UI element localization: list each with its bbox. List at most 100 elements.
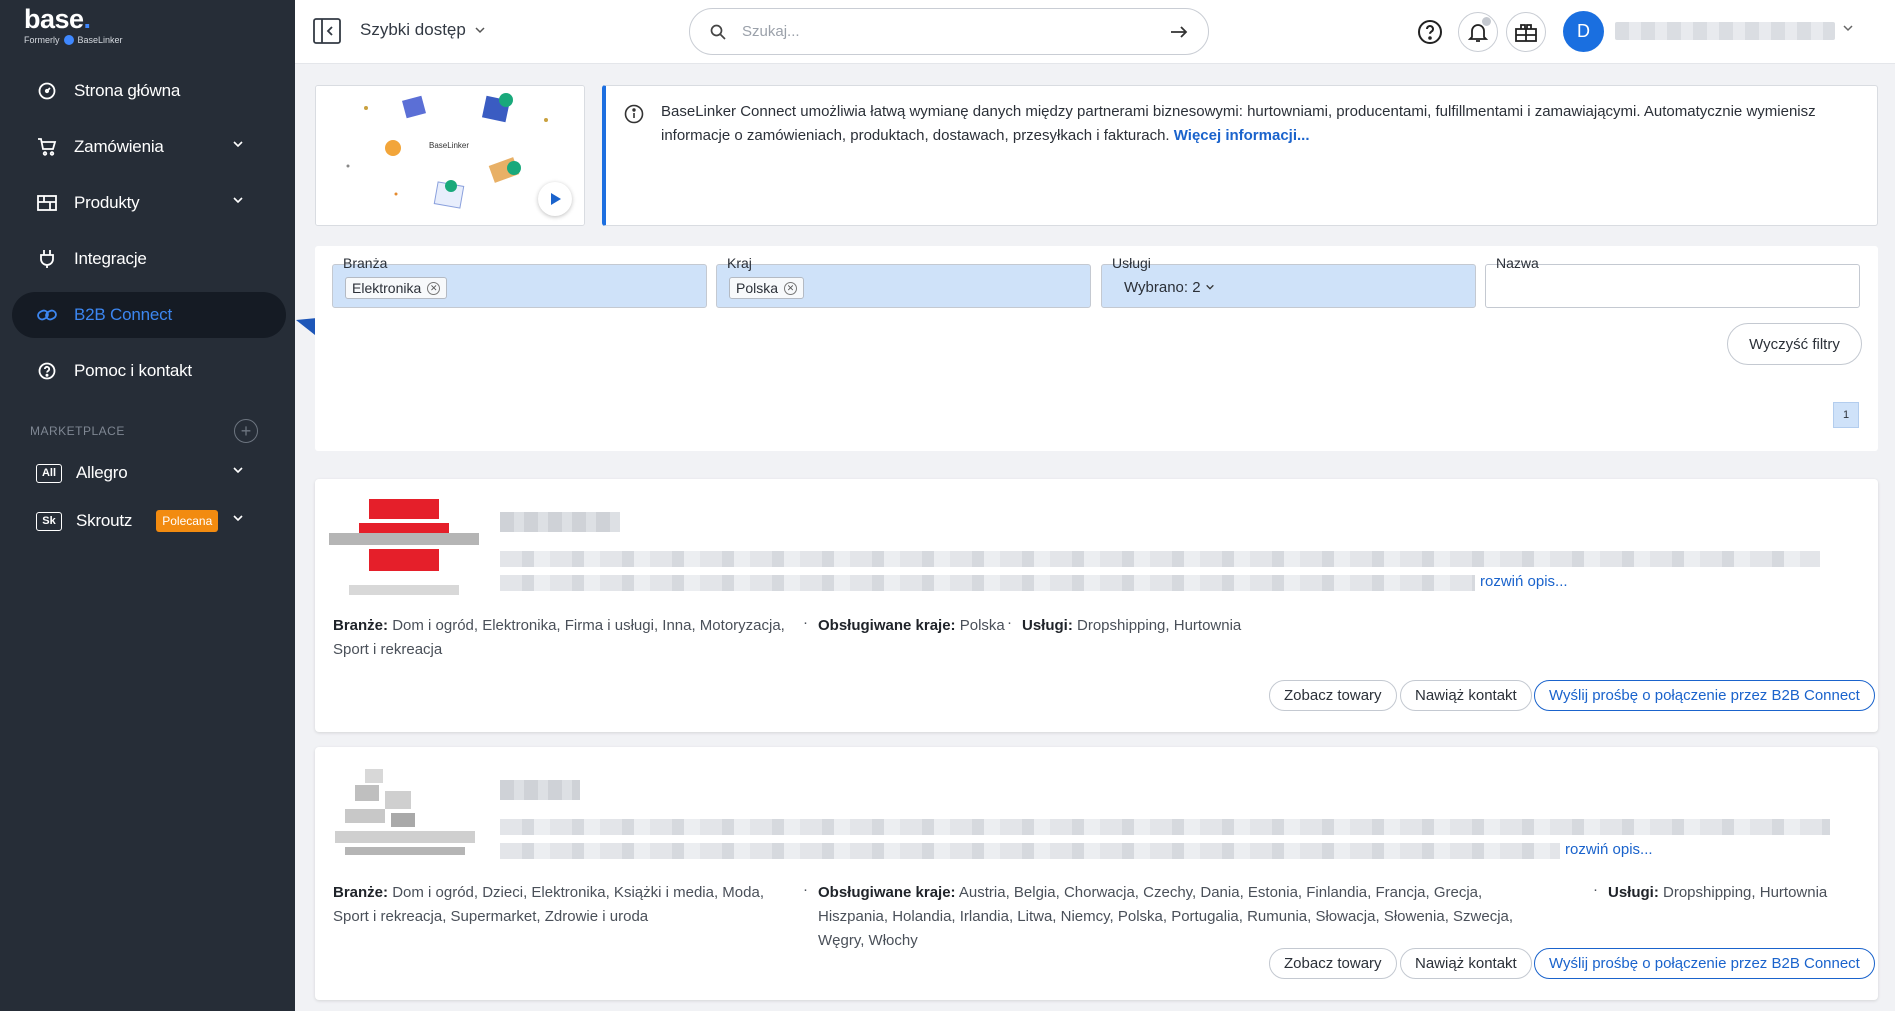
supplier-services: Usługi: Dropshipping, Hurtownia — [1608, 881, 1827, 905]
view-products-button[interactable]: Zobacz towary — [1269, 680, 1397, 711]
name-filter[interactable]: Nazwa — [1485, 255, 1860, 308]
industries-value: Dom i ogród, Elektronika, Firma i usługi… — [333, 617, 785, 658]
more-info-link[interactable]: Więcej informacji... — [1174, 127, 1310, 144]
help-button[interactable] — [1410, 12, 1450, 52]
link-icon — [36, 304, 58, 326]
play-button[interactable] — [538, 182, 572, 216]
recommended-badge: Polecana — [156, 510, 219, 532]
supplier-logo-icon[interactable] — [335, 769, 480, 859]
promo-baselinker-tag: BaseLinker — [426, 140, 473, 151]
sidebar-item-label: Zamówienia — [74, 137, 164, 156]
contact-button[interactable]: Nawiąż kontakt — [1400, 680, 1532, 711]
sidebar-item-label: Skroutz — [76, 511, 133, 530]
separator-dot: · — [1007, 614, 1012, 631]
formerly-label: Formerly — [24, 35, 60, 45]
services-value: Dropshipping, Hurtownia — [1077, 617, 1242, 634]
supplier-description-blurred — [500, 575, 1475, 591]
sidebar-toggle-icon[interactable] — [313, 18, 341, 44]
chevron-down-icon — [233, 515, 243, 522]
search-bar — [689, 8, 1209, 55]
chevron-down-icon — [1205, 284, 1214, 290]
supplier-services: Usługi: Dropshipping, Hurtownia — [1022, 614, 1241, 638]
search-icon — [710, 24, 726, 40]
sidebar-item-dashboard[interactable]: Strona główna — [12, 68, 286, 114]
services-value-text: Wybrano: 2 — [1124, 279, 1201, 296]
chevron-down-icon[interactable] — [1842, 22, 1854, 34]
supplier-description-blurred — [500, 819, 1830, 835]
dashboard-icon — [36, 80, 58, 102]
allegro-badge-icon: All — [36, 463, 62, 483]
country-filter[interactable]: Kraj Polska ✕ — [716, 255, 1091, 308]
sidebar-item-orders[interactable]: Zamówienia — [12, 124, 286, 170]
help-icon — [36, 360, 58, 382]
name-filter-label: Nazwa — [1494, 255, 1541, 271]
separator-dot: · — [1593, 881, 1598, 898]
view-products-button[interactable]: Zobacz towary — [1269, 948, 1397, 979]
products-icon — [36, 192, 58, 214]
industries-label: Branże: — [333, 884, 389, 901]
arrow-right-icon[interactable] — [1170, 25, 1188, 39]
services-label: Usługi: — [1022, 617, 1073, 634]
notifications-button[interactable] — [1458, 12, 1498, 52]
chevron-down-icon — [233, 467, 243, 474]
sidebar-item-label: Produkty — [74, 193, 140, 212]
remove-chip-icon[interactable]: ✕ — [427, 281, 441, 295]
separator-dot: · — [803, 881, 808, 898]
supplier-countries: Obsługiwane kraje: Austria, Belgia, Chor… — [818, 881, 1548, 953]
remove-chip-icon[interactable]: ✕ — [784, 281, 798, 295]
expand-description-link[interactable]: rozwiń opis... — [1480, 573, 1568, 590]
chevron-down-icon — [233, 197, 243, 204]
supplier-countries: Obsługiwane kraje: Polska — [818, 614, 1005, 638]
add-marketplace-button[interactable]: + — [234, 419, 258, 443]
cart-icon — [36, 136, 58, 158]
sidebar: base. Formerly BaseLinker Strona główna … — [0, 0, 295, 1011]
sidebar-item-products[interactable]: Produkty — [12, 180, 286, 226]
expand-description-link[interactable]: rozwiń opis... — [1565, 841, 1653, 858]
notification-dot — [1482, 17, 1491, 26]
supplier-industries: Branże: Dom i ogród, Dzieci, Elektronika… — [333, 881, 793, 929]
services-label: Usługi: — [1608, 884, 1659, 901]
sidebar-item-label: Pomoc i kontakt — [74, 361, 192, 380]
promo-video-thumbnail[interactable]: BaseLinker — [315, 85, 585, 226]
send-connection-request-button[interactable]: Wyślij prośbę o połączenie przez B2B Con… — [1534, 680, 1875, 711]
sidebar-item-help[interactable]: Pomoc i kontakt — [12, 348, 286, 394]
services-filter[interactable]: Usługi Wybrano: 2 — [1101, 255, 1476, 308]
sidebar-item-allegro[interactable]: All Allegro — [12, 450, 286, 496]
baselinker-logo-icon — [63, 35, 74, 45]
contact-button[interactable]: Nawiąż kontakt — [1400, 948, 1532, 979]
countries-value: Polska — [959, 617, 1005, 634]
user-name-blurred — [1615, 22, 1835, 40]
supplier-description-blurred — [500, 551, 1820, 567]
pagination-page-1[interactable]: 1 — [1833, 402, 1859, 428]
industry-chip-label: Elektronika — [352, 280, 422, 296]
sidebar-item-skroutz[interactable]: Sk Skroutz Polecana — [12, 498, 286, 544]
sidebar-item-b2b-connect[interactable]: B2B Connect — [12, 292, 286, 338]
services-selected-value: Wybrano: 2 — [1124, 279, 1215, 296]
info-text-block: BaseLinker Connect umożliwia łatwą wymia… — [661, 100, 1851, 148]
sidebar-item-label: Allegro — [76, 463, 128, 482]
info-banner: BaseLinker Connect umożliwia łatwą wymia… — [602, 85, 1878, 226]
supplier-logo-icon[interactable] — [329, 497, 479, 601]
avatar[interactable]: D — [1563, 11, 1604, 52]
clear-filters-button[interactable]: Wyczyść filtry — [1727, 323, 1862, 365]
chevron-down-icon — [475, 27, 485, 34]
search-input[interactable] — [742, 23, 1170, 40]
top-header: Szybki dostęp D — [295, 0, 1895, 64]
filters-panel: Branża Elektronika ✕ Kraj Polska ✕ Usług… — [315, 246, 1878, 451]
baselinker-label: BaseLinker — [77, 35, 123, 45]
quick-access-label: Szybki dostęp — [360, 20, 466, 39]
supplier-description-blurred — [500, 843, 1560, 859]
industry-filter[interactable]: Branża Elektronika ✕ — [332, 255, 707, 308]
countries-label: Obsługiwane kraje: — [818, 884, 956, 901]
industries-value: Dom i ogród, Dzieci, Elektronika, Książk… — [333, 884, 764, 925]
quick-access-dropdown[interactable]: Szybki dostęp — [360, 20, 486, 40]
apps-button[interactable] — [1506, 12, 1546, 52]
plus-icon: + — [240, 421, 252, 441]
supplier-card: rozwiń opis... Branże: Dom i ogród, Dzie… — [315, 747, 1878, 1000]
skroutz-badge-icon: Sk — [36, 511, 62, 531]
supplier-industries: Branże: Dom i ogród, Elektronika, Firma … — [333, 614, 793, 662]
sidebar-item-integrations[interactable]: Integracje — [12, 236, 286, 282]
gift-box-icon — [1515, 24, 1537, 42]
send-connection-request-button[interactable]: Wyślij prośbę o połączenie przez B2B Con… — [1534, 948, 1875, 979]
logo[interactable]: base. Formerly BaseLinker — [24, 4, 123, 45]
